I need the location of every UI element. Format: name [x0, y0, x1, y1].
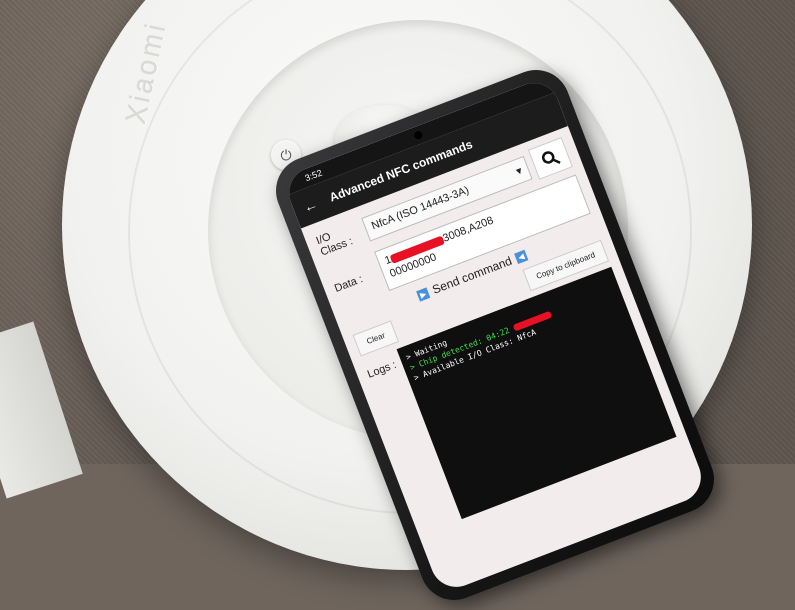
chevron-down-icon: ▾	[514, 164, 524, 178]
data-suffix: 3008,A208	[441, 214, 496, 245]
play-icon: ◀	[513, 249, 529, 264]
back-arrow-icon[interactable]: ←	[301, 196, 320, 216]
search-button[interactable]	[527, 137, 573, 180]
search-icon	[541, 151, 561, 164]
status-time: 3:52	[303, 167, 324, 184]
play-icon: ▶	[415, 286, 431, 302]
data-label: Data :	[332, 273, 365, 295]
logs-label: Logs :	[365, 358, 399, 381]
io-class-label: I/O Class :	[314, 230, 355, 259]
